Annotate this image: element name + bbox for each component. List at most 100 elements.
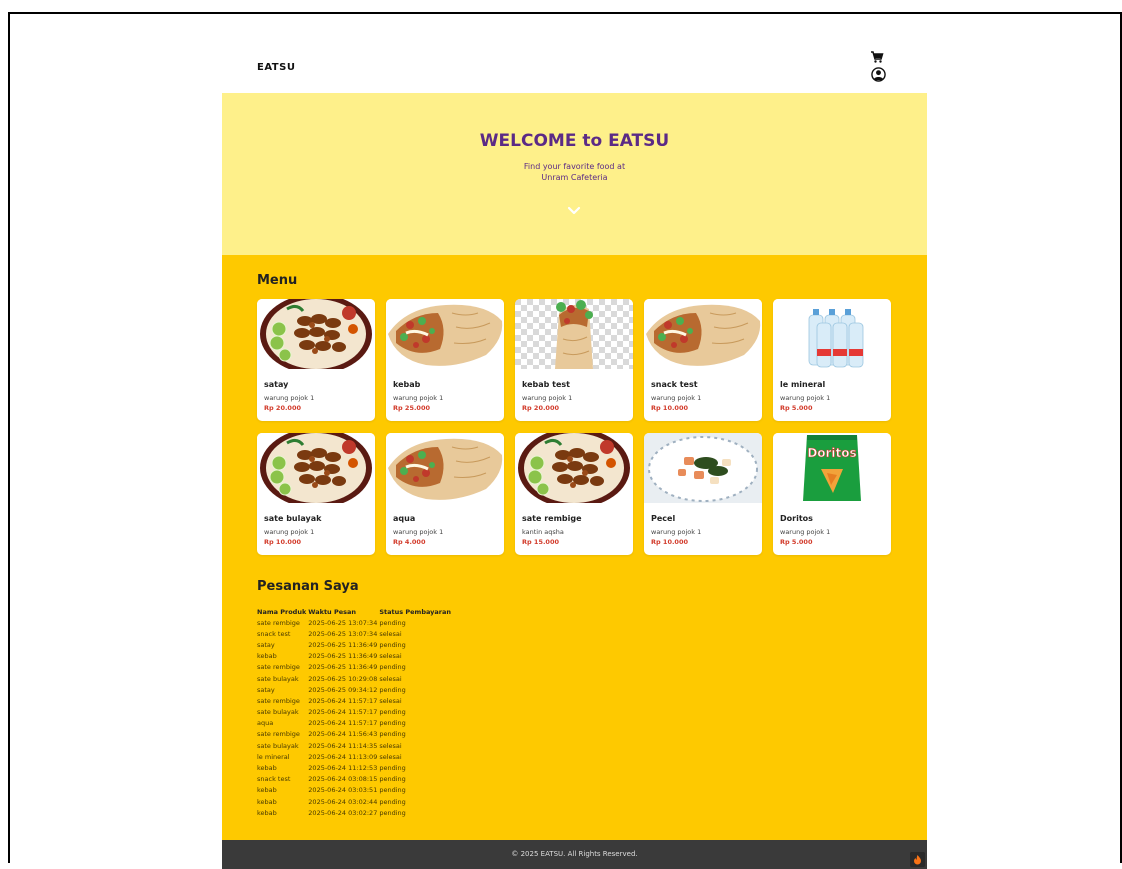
order-status: selesai [379, 629, 402, 638]
table-row: snack test 2025-06-24 03:08:15 pending [257, 774, 453, 785]
menu-item-image [515, 299, 633, 369]
page: EATSU WELCOME to EATSU Find your favorit… [222, 38, 927, 869]
menu-item-name: Doritos [780, 514, 813, 523]
order-time: 2025-06-25 13:07:34 [308, 618, 378, 627]
orders-table-body: sate rembige 2025-06-25 13:07:34 pending sn… [257, 617, 453, 818]
table-row: kebab 2025-06-25 11:36:49 selesai [257, 651, 453, 662]
order-product: sate rembige [257, 618, 300, 627]
menu-item-image [515, 433, 633, 503]
flame-icon[interactable] [910, 852, 925, 867]
menu-card[interactable]: sate bulayak warung pojok 1 Rp 10.000 [257, 433, 375, 555]
order-status: selesai [379, 674, 402, 683]
hero-subtitle: Find your favorite food at Unram Cafeter… [222, 161, 927, 183]
table-row: satay 2025-06-25 11:36:49 pending [257, 639, 453, 650]
svg-text:Doritos: Doritos [807, 446, 856, 460]
menu-item-image: Doritos [773, 433, 891, 503]
order-time: 2025-06-24 03:03:51 [308, 786, 378, 795]
menu-card[interactable]: sate rembige kantin aqsha Rp 15.000 [515, 433, 633, 555]
order-time: 2025-06-24 11:13:09 [308, 752, 378, 761]
column-header-time: Waktu Pesan [308, 607, 356, 616]
table-row: sate rembige 2025-06-24 11:56:43 pending [257, 729, 453, 740]
menu-item-price: Rp 25.000 [393, 404, 431, 412]
table-row: aqua 2025-06-24 11:57:17 pending [257, 718, 453, 729]
orders-heading: Pesanan Saya [257, 579, 359, 594]
order-status: pending [379, 685, 406, 694]
menu-item-name: le mineral [780, 380, 826, 389]
menu-item-vendor: warung pojok 1 [522, 394, 573, 402]
order-product: kebab [257, 764, 277, 773]
order-time: 2025-06-24 11:57:17 [308, 719, 378, 728]
order-product: kebab [257, 797, 277, 806]
order-time: 2025-06-25 10:29:08 [308, 674, 378, 683]
menu-item-vendor: warung pojok 1 [393, 394, 444, 402]
menu-card[interactable]: snack test warung pojok 1 Rp 10.000 [644, 299, 762, 421]
order-product: sate bulayak [257, 741, 299, 750]
menu-card[interactable]: Doritos Doritos warung pojok 1 Rp 5.000 [773, 433, 891, 555]
order-product: aqua [257, 719, 274, 728]
menu-item-name: sate bulayak [264, 514, 322, 523]
table-row: kebab 2025-06-24 03:02:27 pending [257, 807, 453, 818]
order-status: pending [379, 808, 406, 817]
order-status: pending [379, 640, 406, 649]
order-time: 2025-06-24 03:02:44 [308, 797, 378, 806]
menu-card[interactable]: kebab test warung pojok 1 Rp 20.000 [515, 299, 633, 421]
menu-item-image [386, 299, 504, 369]
menu-item-image [644, 299, 762, 369]
menu-item-price: Rp 5.000 [780, 404, 813, 412]
order-time: 2025-06-25 13:07:34 [308, 629, 378, 638]
table-row: snack test 2025-06-25 13:07:34 selesai [257, 628, 453, 639]
menu-item-image [257, 433, 375, 503]
table-row: sate bulayak 2025-06-24 11:57:17 pending [257, 707, 453, 718]
order-time: 2025-06-24 11:56:43 [308, 730, 378, 739]
menu-item-vendor: warung pojok 1 [780, 394, 831, 402]
order-product: sate bulayak [257, 708, 299, 717]
menu-item-vendor: kantin aqsha [522, 528, 564, 536]
order-product: le mineral [257, 752, 290, 761]
hero-title: WELCOME to EATSU [479, 131, 670, 151]
brand-logo[interactable]: EATSU [257, 62, 295, 73]
menu-item-price: Rp 10.000 [651, 538, 689, 546]
order-status: pending [379, 663, 406, 672]
cart-icon[interactable] [870, 50, 884, 64]
menu-item-vendor: warung pojok 1 [651, 394, 702, 402]
user-circle-icon[interactable] [871, 67, 886, 82]
table-row: kebab 2025-06-24 11:12:53 pending [257, 762, 453, 773]
order-status: selesai [379, 752, 402, 761]
footer: © 2025 EATSU. All Rights Reserved. [222, 840, 927, 869]
order-status: pending [379, 730, 406, 739]
order-product: sate rembige [257, 663, 300, 672]
menu-item-price: Rp 15.000 [522, 538, 560, 546]
menu-card[interactable]: Pecel warung pojok 1 Rp 10.000 [644, 433, 762, 555]
menu-card[interactable]: le mineral warung pojok 1 Rp 5.000 [773, 299, 891, 421]
table-row: sate rembige 2025-06-24 11:57:17 selesai [257, 695, 453, 706]
menu-card[interactable]: kebab warung pojok 1 Rp 25.000 [386, 299, 504, 421]
order-product: kebab [257, 808, 277, 817]
menu-card[interactable]: satay warung pojok 1 Rp 20.000 [257, 299, 375, 421]
orders-table: Nama Produk Waktu Pesan Status Pembayara… [257, 606, 453, 818]
order-time: 2025-06-24 03:08:15 [308, 775, 378, 784]
order-time: 2025-06-25 09:34:12 [308, 685, 378, 694]
table-row: sate rembige 2025-06-25 13:07:34 pending [257, 617, 453, 628]
menu-item-price: Rp 4.000 [393, 538, 426, 546]
browser-frame: EATSU WELCOME to EATSU Find your favorit… [8, 12, 1122, 869]
order-time: 2025-06-24 11:12:53 [308, 764, 378, 773]
order-status: selesai [379, 741, 402, 750]
menu-card[interactable]: aqua warung pojok 1 Rp 4.000 [386, 433, 504, 555]
order-status: pending [379, 764, 406, 773]
menu-item-name: Pecel [651, 514, 676, 523]
order-status: pending [379, 775, 406, 784]
chevron-down-icon[interactable] [566, 205, 582, 217]
order-time: 2025-06-24 11:14:35 [308, 741, 378, 750]
order-status: selesai [379, 652, 402, 661]
navbar: EATSU [222, 38, 927, 93]
order-time: 2025-06-24 11:57:17 [308, 696, 378, 705]
order-time: 2025-06-24 11:57:17 [308, 708, 378, 717]
order-product: sate rembige [257, 696, 300, 705]
order-time: 2025-06-24 03:02:27 [308, 808, 378, 817]
order-status: pending [379, 708, 406, 717]
order-product: satay [257, 640, 275, 649]
menu-heading: Menu [257, 273, 298, 288]
table-row: le mineral 2025-06-24 11:13:09 selesai [257, 751, 453, 762]
order-product: sate rembige [257, 730, 300, 739]
order-product: sate bulayak [257, 674, 299, 683]
